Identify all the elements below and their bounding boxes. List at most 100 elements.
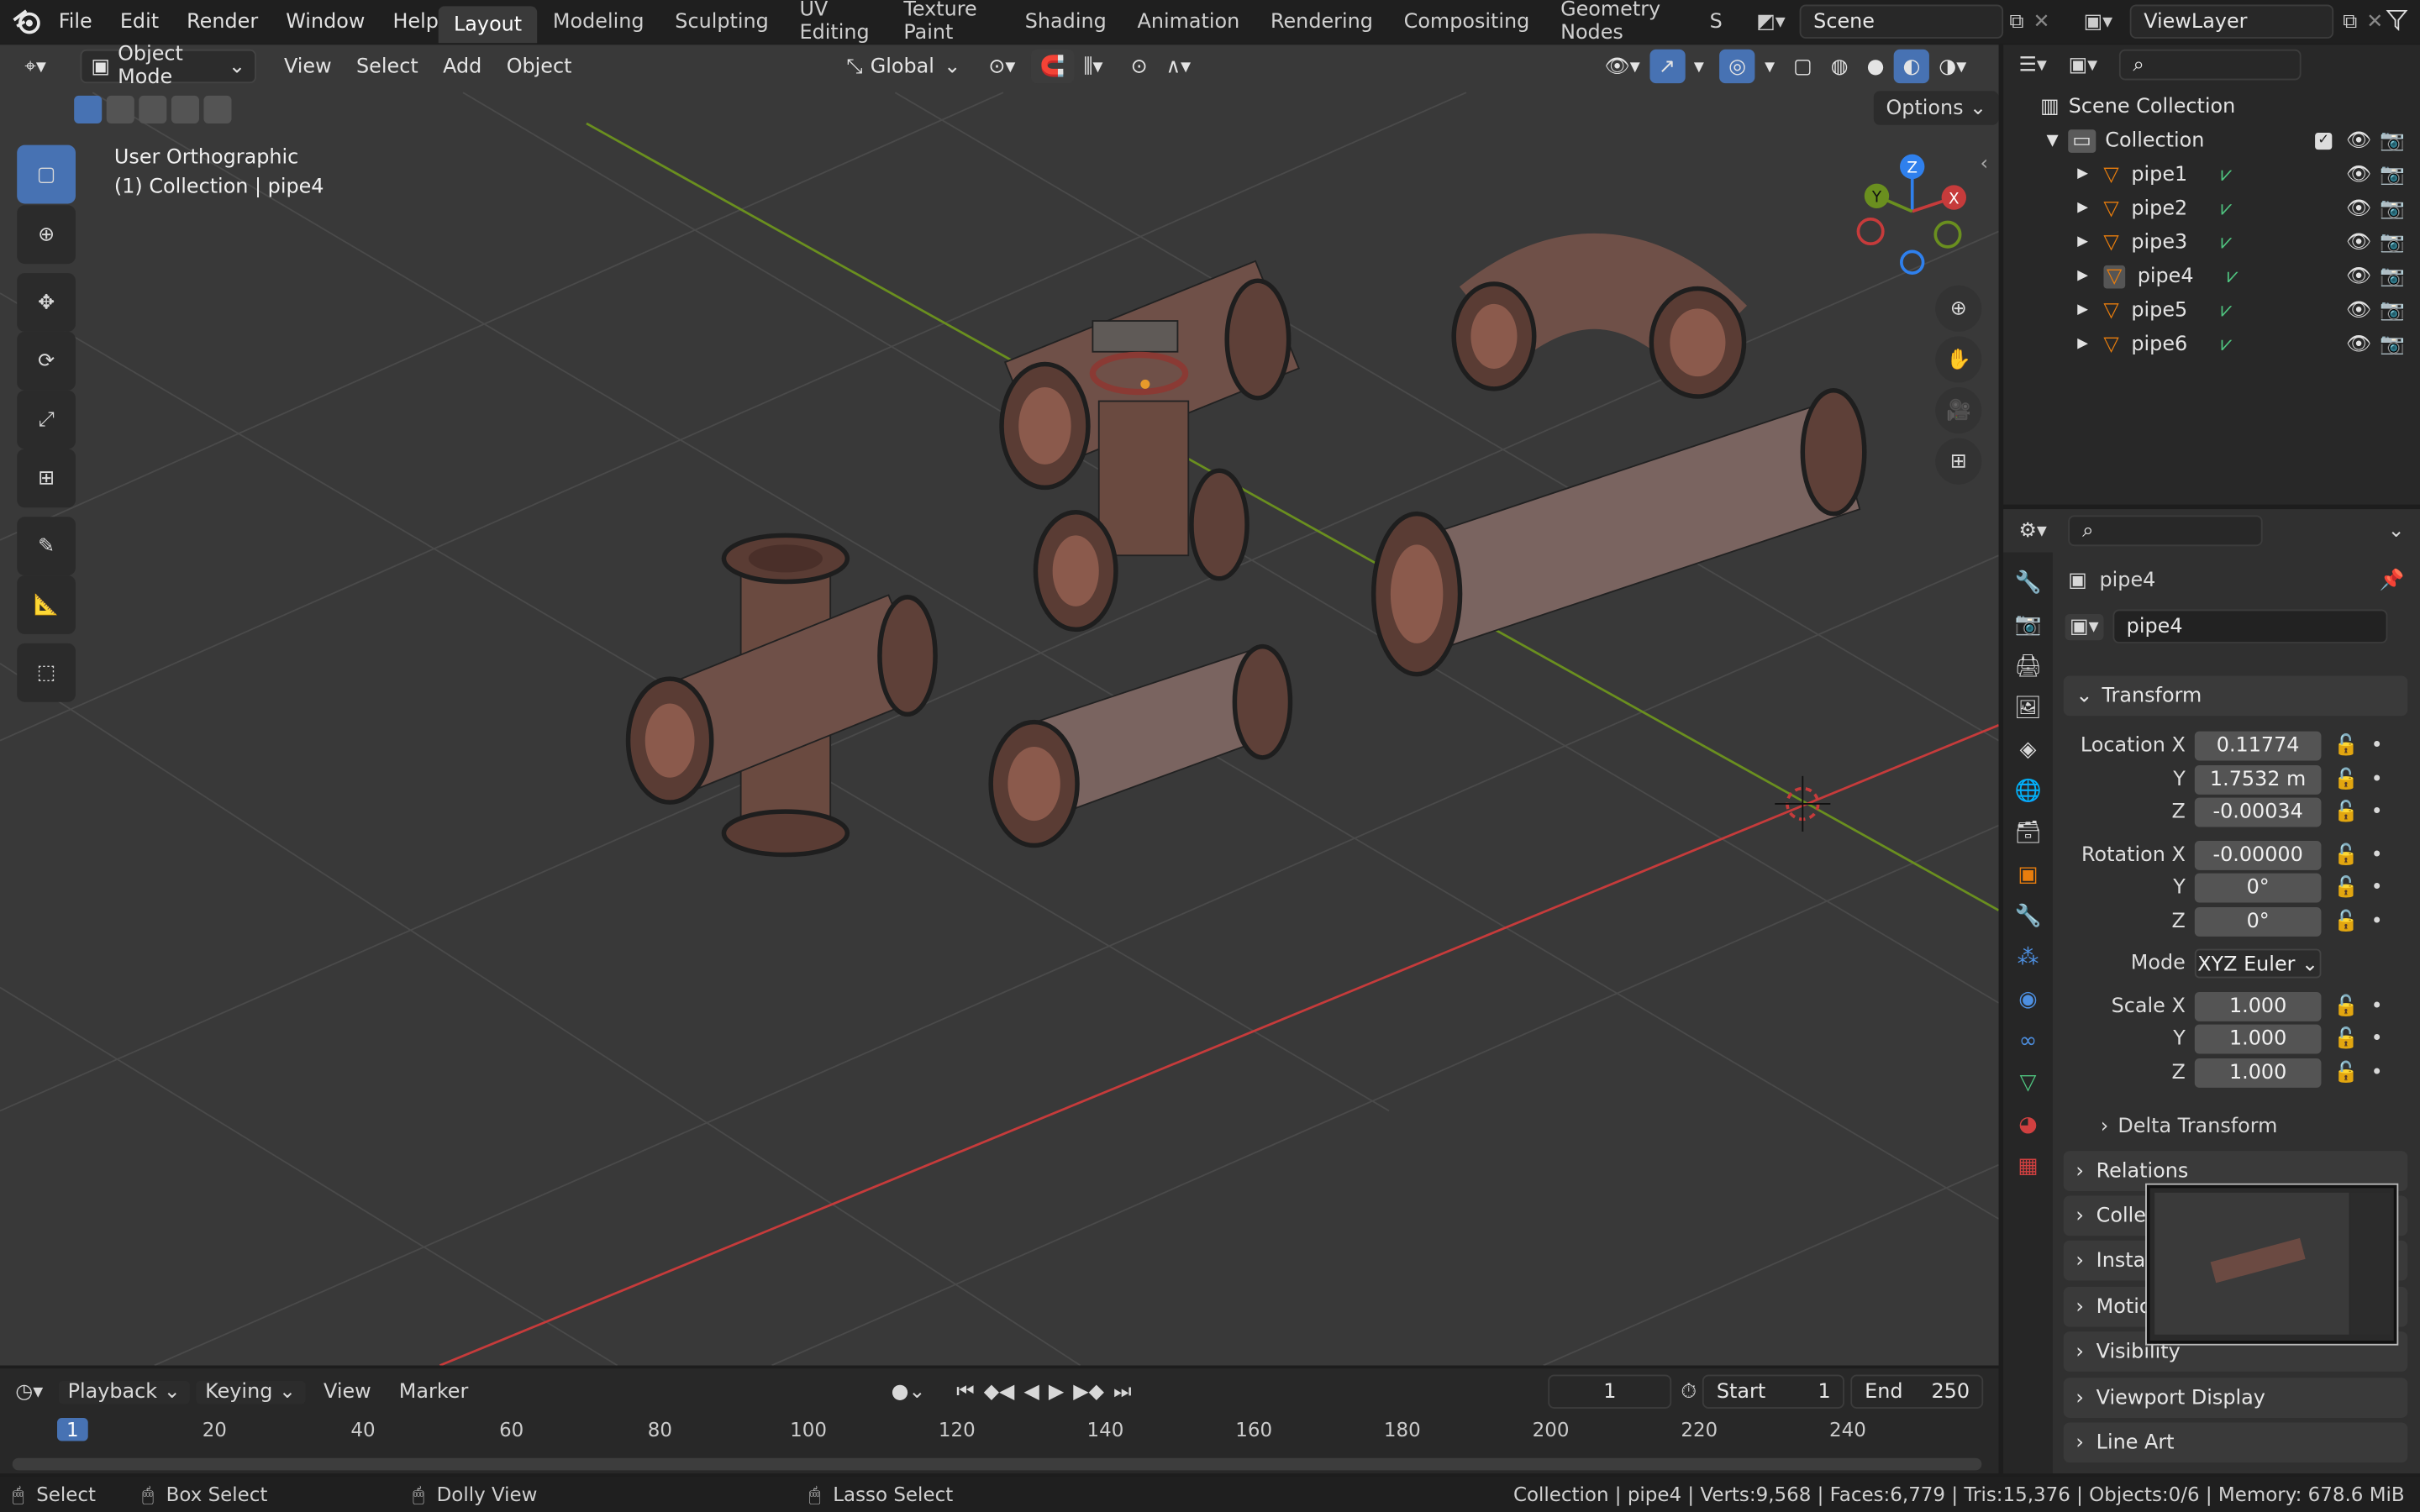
lock-icon[interactable]: 🔓	[2333, 768, 2359, 791]
lock-icon[interactable]: 🔓	[2333, 910, 2359, 933]
cursor-tool-icon[interactable]: ⊕	[17, 205, 76, 265]
collection-tab-icon[interactable]: 🗃	[2014, 821, 2042, 845]
scene-collection-row[interactable]: ▥ Scene Collection	[2003, 90, 2420, 123]
annotate-tool-icon[interactable]: ✎	[17, 517, 76, 576]
measure-tool-icon[interactable]: 📐	[17, 575, 76, 634]
render-camera-icon[interactable]: 📷	[2380, 333, 2405, 356]
render-camera-icon[interactable]: 📷	[2380, 129, 2405, 152]
texture-tab-icon[interactable]: ▦	[2018, 1154, 2038, 1179]
object-name-input[interactable]: pipe4	[2112, 609, 2388, 643]
view-layer-name-field[interactable]: ViewLayer	[2129, 4, 2334, 39]
outliner-editor-icon[interactable]: ☰▾	[2018, 53, 2046, 76]
options-button[interactable]: Options ⌄	[1873, 91, 1999, 125]
pin-icon[interactable]: 📌	[2380, 569, 2405, 592]
tab-shading[interactable]: Shading	[1009, 0, 1122, 43]
select-intersect-icon[interactable]	[203, 95, 232, 123]
3d-viewport[interactable]: ⌖▾ ▣ Object Mode ⌄ View Select Add Object …	[0, 45, 1999, 1366]
keyframe-dot-icon[interactable]: •	[2371, 995, 2383, 1018]
physics-tab-icon[interactable]: ◉	[2018, 988, 2037, 1012]
next-keyframe-icon[interactable]: ▶◆	[1073, 1380, 1104, 1404]
tab-layout[interactable]: Layout	[438, 6, 538, 44]
rotate-tool-icon[interactable]: ⟳	[17, 331, 76, 391]
rotation-z-field[interactable]: 0°	[2194, 906, 2322, 937]
outliner-item[interactable]: ▶ ▽ pipe6 ⩗ 👁 📷	[2003, 327, 2420, 360]
mesh-data-icon[interactable]: ⩗	[2221, 333, 2232, 356]
new-view-layer-icon[interactable]: ⧉	[2343, 10, 2357, 34]
lock-icon[interactable]: 🔓	[2333, 801, 2359, 825]
keyframe-dot-icon[interactable]: •	[2371, 843, 2383, 867]
lock-icon[interactable]: 🔓	[2333, 1028, 2359, 1052]
mesh-data-icon[interactable]: ⩗	[2221, 197, 2232, 220]
scene-selector[interactable]: ◩▾ Scene ⧉ ✕	[1756, 4, 2050, 39]
scale-x-field[interactable]: 1.000	[2194, 991, 2322, 1021]
lock-icon[interactable]: 🔓	[2333, 843, 2359, 867]
solid-shading-icon[interactable]: ●	[1858, 50, 1894, 83]
view-layer-tab-icon[interactable]: 🖼	[2014, 696, 2042, 720]
properties-search-input[interactable]: ⌕	[2068, 515, 2263, 547]
snap-icon[interactable]: 🧲	[1030, 49, 1075, 84]
pipe-short[interactable]	[988, 643, 1293, 848]
timeline-scrollbar[interactable]	[12, 1457, 1982, 1471]
keyframe-dot-icon[interactable]: •	[2371, 910, 2383, 933]
tab-modeling[interactable]: Modeling	[538, 0, 660, 43]
jump-end-icon[interactable]: ⏭	[1113, 1380, 1131, 1404]
new-scene-icon[interactable]: ⧉	[2009, 10, 2023, 34]
view-layer-selector[interactable]: ▣▾ ViewLayer ⧉ ✕	[2084, 4, 2383, 39]
line-art-panel-header[interactable]: › Line Art	[2063, 1422, 2408, 1463]
pipe-elbow[interactable]	[1451, 233, 1748, 399]
pan-hand-icon[interactable]: ✋	[1935, 336, 1982, 383]
render-camera-icon[interactable]: 📷	[2380, 298, 2405, 322]
delta-transform-subpanel[interactable]: › Delta Transform	[2101, 1110, 2278, 1142]
expand-collection-icon[interactable]: ▼	[2047, 132, 2059, 149]
stopwatch-icon[interactable]: ⏱	[1681, 1380, 1697, 1404]
rotation-y-field[interactable]: 0°	[2194, 874, 2322, 903]
tab-uv-editing[interactable]: UV Editing	[784, 0, 888, 43]
eye-icon[interactable]: 👁	[2346, 163, 2371, 186]
orientation-dropdown[interactable]: ⤡ Global ⌄	[837, 50, 970, 83]
select-extend-icon[interactable]	[106, 95, 134, 123]
scale-z-field[interactable]: 1.000	[2194, 1058, 2322, 1088]
play-reverse-icon[interactable]: ◀	[1023, 1380, 1039, 1404]
prev-keyframe-icon[interactable]: ◆◀	[984, 1380, 1015, 1404]
eye-icon[interactable]: 👁	[2346, 298, 2371, 322]
modifier-tab-icon[interactable]: 🔧	[2014, 904, 2041, 928]
lock-icon[interactable]: 🔓	[2333, 877, 2359, 900]
expand-icon[interactable]: ▶	[2077, 234, 2088, 249]
playback-menu[interactable]: Playback ⌄	[58, 1379, 190, 1404]
outliner-item[interactable]: ▶ ▽ pipe5 ⩗ 👁 📷	[2003, 293, 2420, 327]
mesh-data-icon[interactable]: ⩗	[2221, 231, 2232, 255]
camera-view-icon[interactable]: 🎥	[1935, 387, 1982, 434]
timeline-view-menu[interactable]: View	[305, 1380, 390, 1404]
menu-edit[interactable]: Edit	[106, 0, 172, 43]
menu-view[interactable]: View	[275, 50, 341, 83]
keyframe-dot-icon[interactable]: •	[2371, 768, 2383, 791]
menu-select[interactable]: Select	[347, 50, 428, 83]
rotation-mode-dropdown[interactable]: XYZ Euler ⌄	[2194, 949, 2322, 979]
lock-icon[interactable]: 🔓	[2333, 735, 2359, 759]
tab-compositing[interactable]: Compositing	[1388, 0, 1544, 43]
eye-icon[interactable]: 👁	[2346, 231, 2371, 255]
mesh-data-icon[interactable]: ⩗	[2227, 265, 2238, 288]
object-tab-icon[interactable]: ▣	[2018, 863, 2038, 887]
outliner-item[interactable]: ▶ ▽ pipe1 ⩗ 👁 📷	[2003, 157, 2420, 191]
add-cube-tool-icon[interactable]: ⬚	[17, 643, 76, 702]
menu-add[interactable]: Add	[434, 50, 491, 83]
tab-rendering[interactable]: Rendering	[1255, 0, 1389, 43]
filter-icon[interactable]	[2386, 9, 2408, 37]
tab-scripting[interactable]: S	[1694, 0, 1738, 43]
timeline-ruler[interactable]: 1 20 40 60 80 100 120 140 160 180 200 220 240	[0, 1415, 1999, 1448]
scene-name-field[interactable]: Scene	[1799, 4, 2004, 39]
end-frame-field[interactable]: End 250	[1850, 1374, 1984, 1409]
proportional-edit-icon[interactable]: ⊙	[1122, 50, 1157, 83]
playhead-frame-label[interactable]: 1	[57, 1417, 88, 1441]
sidebar-toggle-icon[interactable]: ‹	[1981, 153, 1989, 176]
rendered-shading-icon[interactable]: ◑▾	[1929, 50, 1975, 83]
constraints-tab-icon[interactable]: ∞	[2019, 1029, 2037, 1053]
navigation-gizmo[interactable]: Z X Y	[1849, 148, 1975, 275]
keyframe-dot-icon[interactable]: •	[2371, 877, 2383, 900]
viewport-display-panel-header[interactable]: › Viewport Display	[2063, 1378, 2408, 1418]
overlays-icon[interactable]: ◎	[1719, 49, 1756, 84]
location-z-field[interactable]: -0.00034	[2194, 798, 2322, 827]
select-invert-icon[interactable]	[171, 95, 199, 123]
keyframe-dot-icon[interactable]: •	[2371, 735, 2383, 759]
